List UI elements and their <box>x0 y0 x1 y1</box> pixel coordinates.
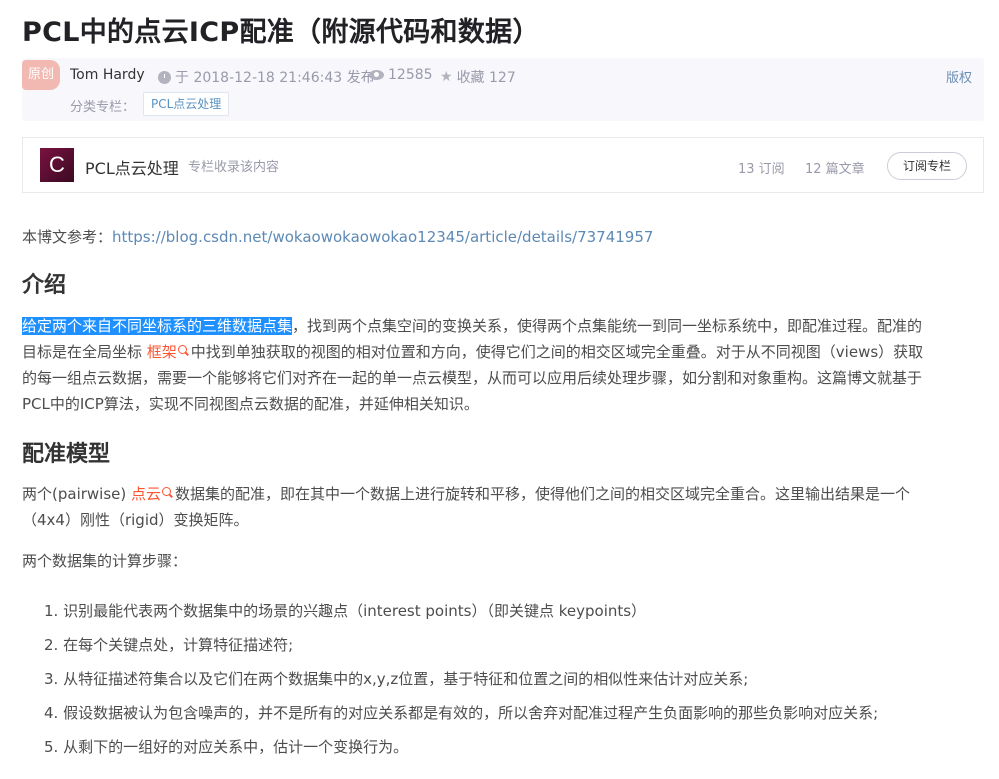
intro-line-3: 的每一组点云数据，需要一个能够将它们对齐在一起的单一点云模型，从而可以应用后续处… <box>22 365 984 391</box>
article-meta: 原创 Tom Hardy 于 2018-12-18 21:46:43 发布 12… <box>22 58 984 121</box>
column-avatar[interactable]: C <box>40 148 74 182</box>
column-subtitle: 专栏收录该内容 <box>188 160 280 175</box>
reference-prefix: 本博文参考： <box>22 228 113 246</box>
author-link[interactable]: Tom Hardy <box>70 67 145 83</box>
reference-link[interactable]: https://blog.csdn.net/wokaowokaowokao123… <box>112 228 653 246</box>
intro-text-4: PCL中的ICP算法，实现不同视图点云数据的配准，并延伸相关知识。 <box>22 395 479 413</box>
intro-paragraph: 给定两个来自不同坐标系的三维数据点集，找到两个点集空间的变换关系，使得两个点集能… <box>22 313 984 417</box>
favorite-count[interactable]: ★ 收藏 127 <box>440 67 516 87</box>
intro-line-1: 给定两个来自不同坐标系的三维数据点集，找到两个点集空间的变换关系，使得两个点集能… <box>22 313 984 339</box>
model-text-c: （4x4）刚性（rigid）变换矩阵。 <box>22 511 249 529</box>
star-icon: ★ <box>440 69 453 85</box>
heading-model: 配准模型 <box>22 442 111 467</box>
column-card: C PCL点云处理 专栏收录该内容 13 订阅 12 篇文章 订阅专栏 <box>22 137 984 193</box>
category-label: 分类专栏： <box>70 100 136 115</box>
heading-intro: 介绍 <box>22 273 67 298</box>
intro-text-2b: 中找到单独获取的视图的相对位置和方向，使得它们之间的相交区域完全重叠。对于从不同… <box>190 343 924 361</box>
steps-intro: 两个数据集的计算步骤： <box>22 552 188 570</box>
intro-text-2a: 目标是在全局坐标 <box>22 343 147 361</box>
intro-line-4: PCL中的ICP算法，实现不同视图点云数据的配准，并延伸相关知识。 <box>22 391 984 417</box>
model-paragraph: 两个(pairwise) 点云 数据集的配准，即在其中一个数据上进行旋转和平移，使… <box>22 481 984 533</box>
model-line-1: 两个(pairwise) 点云 数据集的配准，即在其中一个数据上进行旋转和平移，使… <box>22 481 984 507</box>
original-badge: 原创 <box>22 60 60 90</box>
list-item: 2. 在每个关键点处，计算特征描述符; <box>44 636 294 654</box>
intro-line-2: 目标是在全局坐标 框架 中找到单独获取的视图的相对位置和方向，使得它们之间的相交区… <box>22 339 984 365</box>
list-item: 3. 从特征描述符集合以及它们在两个数据集中的x,y,z位置，基于特征和位置之间… <box>44 670 749 688</box>
column-subscriptions: 13 订阅 <box>738 162 785 177</box>
clock-icon <box>158 70 171 84</box>
selected-text: 给定两个来自不同坐标系的三维数据点集 <box>22 317 293 335</box>
category-tag[interactable]: PCL点云处理 <box>143 92 230 116</box>
intro-text-1: ，找到两个点集空间的变换关系，使得两个点集能统一到同一坐标系统中，即配准过程。配… <box>292 317 923 335</box>
model-line-2: （4x4）刚性（rigid）变换矩阵。 <box>22 507 984 533</box>
list-item: 4. 假设数据被认为包含噪声的，并不是所有的对应关系都是有效的，所以舍弃对配准过… <box>44 704 879 722</box>
search-icon[interactable] <box>162 487 172 496</box>
intro-text-3: 的每一组点云数据，需要一个能够将它们对齐在一起的单一点云模型，从而可以应用后续处… <box>22 369 923 387</box>
keyword-link-pointcloud[interactable]: 点云 <box>131 485 161 503</box>
favorite-count-text: 收藏 127 <box>456 70 516 86</box>
eye-icon <box>369 70 384 80</box>
column-title[interactable]: PCL点云处理 <box>85 155 179 179</box>
article-title: PCL中的点云ICP配准（附源代码和数据） <box>22 17 540 48</box>
search-icon[interactable] <box>177 345 187 354</box>
list-item: 1. 识别最能代表两个数据集中的场景的兴趣点（interest points）（… <box>44 602 647 620</box>
list-item: 5. 从剩下的一组好的对应关系中，估计一个变换行为。 <box>44 738 409 756</box>
column-article-count: 12 篇文章 <box>805 162 865 177</box>
subscribe-column-button[interactable]: 订阅专栏 <box>887 152 967 180</box>
model-text-b: 数据集的配准，即在其中一个数据上进行旋转和平移，使得他们之间的相交区域完全重合。… <box>175 485 911 503</box>
copyright-link[interactable]: 版权 <box>946 67 972 86</box>
publish-time: 于 2018-12-18 21:46:43 发布 <box>158 67 375 87</box>
view-count-text: 12585 <box>388 67 433 83</box>
publish-time-text: 于 2018-12-18 21:46:43 发布 <box>175 70 375 86</box>
reference-line: 本博文参考：https://blog.csdn.net/wokaowokaowo… <box>22 224 984 250</box>
keyword-link-framework[interactable]: 框架 <box>147 343 177 361</box>
view-count: 12585 <box>369 67 433 83</box>
model-text-a: 两个(pairwise) <box>22 485 131 503</box>
